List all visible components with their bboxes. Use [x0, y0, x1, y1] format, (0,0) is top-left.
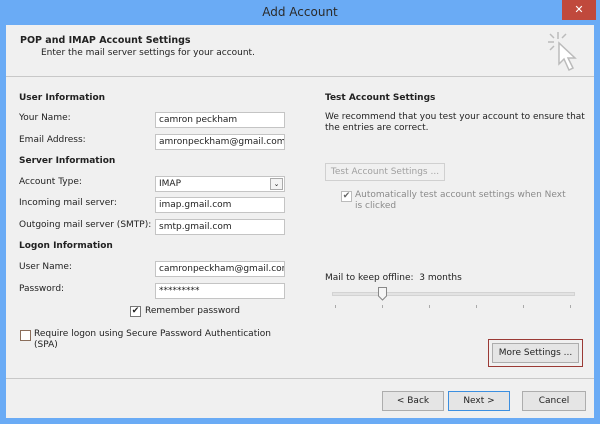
slider-tick — [570, 305, 571, 308]
slider-tick — [523, 305, 524, 308]
remember-password-label: Remember password — [145, 306, 240, 316]
outgoing-server-label: Outgoing mail server (SMTP): — [19, 220, 152, 230]
test-account-settings-button[interactable]: Test Account Settings ... — [325, 163, 445, 181]
account-type-select[interactable]: IMAP ⌄ — [155, 176, 285, 192]
header-title: POP and IMAP Account Settings — [20, 35, 191, 46]
header: POP and IMAP Account Settings Enter the … — [6, 25, 594, 77]
next-button[interactable]: Next > — [448, 391, 510, 411]
user-info-heading: User Information — [19, 93, 106, 103]
auto-test-checkbox[interactable]: ✔ — [341, 191, 352, 202]
auto-test-label: Automatically test account settings when… — [355, 190, 566, 211]
slider-tick — [335, 305, 336, 308]
user-name-input[interactable]: camronpeckham@gmail.com — [155, 261, 285, 277]
header-subtitle: Enter the mail server settings for your … — [41, 48, 255, 58]
your-name-input[interactable]: camron peckham — [155, 112, 285, 128]
email-label: Email Address: — [19, 135, 86, 145]
close-button[interactable]: ✕ — [562, 0, 596, 20]
email-input[interactable]: amronpeckham@gmail.com — [155, 134, 285, 150]
outgoing-server-input[interactable]: smtp.gmail.com — [155, 219, 285, 235]
offline-value: 3 months — [419, 273, 462, 283]
remember-password-checkbox[interactable]: ✔ — [130, 306, 141, 317]
account-type-value: IMAP — [159, 179, 182, 189]
offline-label: Mail to keep offline: 3 months — [325, 273, 462, 283]
chevron-down-icon[interactable]: ⌄ — [270, 178, 283, 190]
window-title: Add Account — [262, 5, 338, 19]
back-button[interactable]: < Back — [382, 391, 444, 411]
cancel-button[interactable]: Cancel — [522, 391, 586, 411]
slider-tick — [429, 305, 430, 308]
logon-info-heading: Logon Information — [19, 241, 113, 251]
offline-slider-track[interactable] — [332, 292, 575, 296]
server-info-heading: Server Information — [19, 156, 116, 166]
offline-slider-thumb[interactable] — [378, 287, 387, 301]
dialog-body: POP and IMAP Account Settings Enter the … — [6, 25, 594, 418]
password-label: Password: — [19, 284, 65, 294]
more-settings-button[interactable]: More Settings ... — [492, 343, 579, 363]
slider-tick — [382, 305, 383, 308]
spa-checkbox[interactable] — [20, 330, 31, 341]
footer-divider — [6, 378, 594, 379]
your-name-label: Your Name: — [19, 113, 71, 123]
account-type-label: Account Type: — [19, 177, 82, 187]
title-bar: Add Account ✕ — [0, 0, 600, 25]
password-input[interactable]: ********* — [155, 283, 285, 299]
cursor-sparkle-icon — [548, 32, 577, 72]
test-heading: Test Account Settings — [325, 93, 436, 103]
test-description: We recommend that you test your account … — [325, 112, 585, 133]
incoming-server-input[interactable]: imap.gmail.com — [155, 197, 285, 213]
slider-tick — [476, 305, 477, 308]
incoming-server-label: Incoming mail server: — [19, 198, 117, 208]
spa-label: Require logon using Secure Password Auth… — [34, 329, 271, 350]
user-name-label: User Name: — [19, 262, 72, 272]
offline-label-text: Mail to keep offline: — [325, 273, 414, 283]
